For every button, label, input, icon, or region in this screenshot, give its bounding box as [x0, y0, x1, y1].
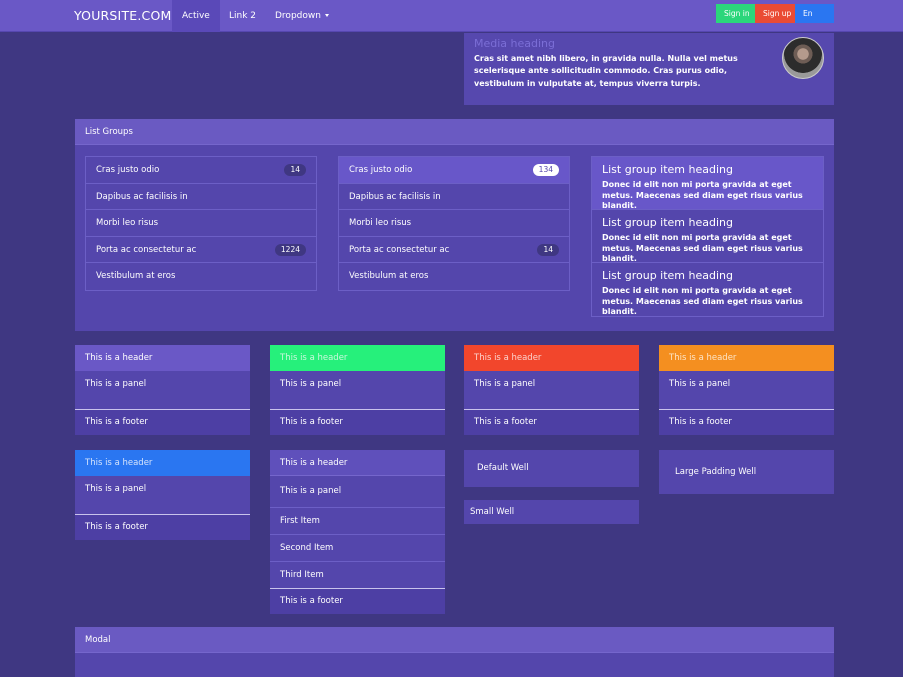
- nav-dropdown[interactable]: Dropdown: [265, 0, 339, 32]
- panel-body: This is a panel: [659, 371, 834, 410]
- modal-panel: Modal: [75, 627, 834, 677]
- panel-header: This is a header: [659, 345, 834, 371]
- panel-header: This is a header: [270, 345, 445, 371]
- panel-footer: This is a footer: [270, 410, 445, 435]
- panel-header: This is a header: [270, 450, 445, 476]
- list-item[interactable]: Porta ac consectetur ac 14: [339, 236, 569, 264]
- nav-link-2[interactable]: Link 2: [219, 0, 266, 32]
- list-item-label: Dapibus ac facilisis in: [349, 191, 441, 202]
- list-item-heading: List group item heading: [602, 269, 733, 282]
- list-item[interactable]: Vestibulum at eros: [86, 263, 316, 290]
- panel-default: This is a header This is a panel This is…: [75, 345, 250, 435]
- list-item-label: Morbi leo risus: [349, 218, 412, 229]
- panel-body: This is a panel: [464, 371, 639, 410]
- media-heading: Media heading: [474, 37, 556, 50]
- panel-footer: This is a footer: [75, 515, 250, 540]
- panel-success: This is a header This is a panel This is…: [270, 345, 445, 435]
- list-item-label: Cras justo odio: [349, 165, 413, 175]
- list-item-label: Vestibulum at eros: [349, 271, 429, 282]
- list-item-heading: List group item heading: [602, 163, 733, 176]
- list-group-3: List group item heading Donec id elit no…: [591, 156, 824, 317]
- modal-title: Modal: [75, 627, 834, 653]
- list-item[interactable]: Morbi leo risus: [339, 210, 569, 237]
- panel-list-item[interactable]: Second Item: [270, 535, 445, 562]
- list-item[interactable]: Porta ac consectetur ac 1224: [86, 236, 316, 264]
- list-item[interactable]: List group item heading Donec id elit no…: [592, 263, 823, 316]
- language-button[interactable]: En: [795, 4, 834, 23]
- list-item-label: Morbi leo risus: [96, 218, 159, 229]
- list-item[interactable]: Vestibulum at eros: [339, 263, 569, 290]
- small-well: Small Well: [464, 500, 639, 524]
- default-well: Default Well: [464, 450, 639, 487]
- list-item-label: Porta ac consectetur ac: [349, 244, 450, 255]
- panel-header: This is a header: [75, 345, 250, 371]
- avatar: [782, 37, 824, 79]
- list-item-text: Donec id elit non mi porta gravida at eg…: [602, 180, 803, 210]
- list-item-active[interactable]: List group item heading Donec id elit no…: [592, 157, 823, 210]
- panel-footer: This is a footer: [270, 589, 445, 614]
- panel-list-item[interactable]: First Item: [270, 508, 445, 535]
- panel-footer: This is a footer: [464, 410, 639, 435]
- list-group-2: Cras justo odio 134 Dapibus ac facilisis …: [338, 156, 570, 291]
- caret-down-icon: [324, 14, 329, 17]
- panel-info: This is a header This is a panel This is…: [75, 450, 250, 540]
- list-item[interactable]: Cras justo odio 14: [86, 157, 316, 184]
- panel-footer: This is a footer: [659, 410, 834, 435]
- panel-danger: This is a header This is a panel This is…: [464, 345, 639, 435]
- brand-logo[interactable]: YOURSITE.COM: [74, 8, 172, 23]
- count-badge: 14: [284, 164, 306, 176]
- list-item-label: Vestibulum at eros: [96, 271, 176, 282]
- list-item-text: Donec id elit non mi porta gravida at eg…: [602, 286, 803, 316]
- sign-up-button[interactable]: Sign up: [755, 4, 800, 23]
- list-item-label: Dapibus ac facilisis in: [96, 191, 188, 202]
- panel-footer: This is a footer: [75, 410, 250, 435]
- list-item-label: Cras justo odio: [96, 165, 160, 175]
- panel-warning: This is a header This is a panel This is…: [659, 345, 834, 435]
- panel-list-item[interactable]: Third Item: [270, 562, 445, 589]
- panel-body: This is a panel: [270, 371, 445, 410]
- list-item-heading: List group item heading: [602, 216, 733, 229]
- list-item[interactable]: Morbi leo risus: [86, 210, 316, 237]
- count-badge: 14: [537, 243, 559, 256]
- list-group-1: Cras justo odio 14 Dapibus ac facilisis i…: [85, 156, 317, 291]
- list-item-label: Porta ac consectetur ac: [96, 244, 197, 255]
- list-item[interactable]: Dapibus ac facilisis in: [86, 183, 316, 211]
- list-item-active[interactable]: Cras justo odio 134: [339, 157, 569, 184]
- sign-in-button[interactable]: Sign in: [716, 4, 758, 23]
- list-groups-title: List Groups: [75, 119, 834, 145]
- panel-body: This is a panel: [75, 371, 250, 410]
- large-padding-well: Large Padding Well: [659, 450, 834, 494]
- panel-body: This is a panel: [75, 476, 250, 515]
- panel-body: This is a panel: [270, 476, 445, 508]
- list-item-text: Donec id elit non mi porta gravida at eg…: [602, 233, 803, 263]
- nav-dropdown-label: Dropdown: [275, 11, 321, 21]
- count-badge: 134: [532, 164, 559, 176]
- panel-with-list: This is a header This is a panel First I…: [270, 450, 445, 614]
- nav-link-active[interactable]: Active: [172, 0, 220, 32]
- panel-header: This is a header: [75, 450, 250, 476]
- media-text: Cras sit amet nibh libero, in gravida nu…: [474, 54, 738, 88]
- count-badge: 1224: [274, 243, 306, 256]
- panel-header: This is a header: [464, 345, 639, 371]
- media-object: Media heading Cras sit amet nibh libero,…: [464, 33, 834, 105]
- list-item[interactable]: List group item heading Donec id elit no…: [592, 210, 823, 263]
- list-item[interactable]: Dapibus ac facilisis in: [339, 183, 569, 211]
- navbar: YOURSITE.COM Active Link 2 Dropdown Sign…: [0, 0, 903, 32]
